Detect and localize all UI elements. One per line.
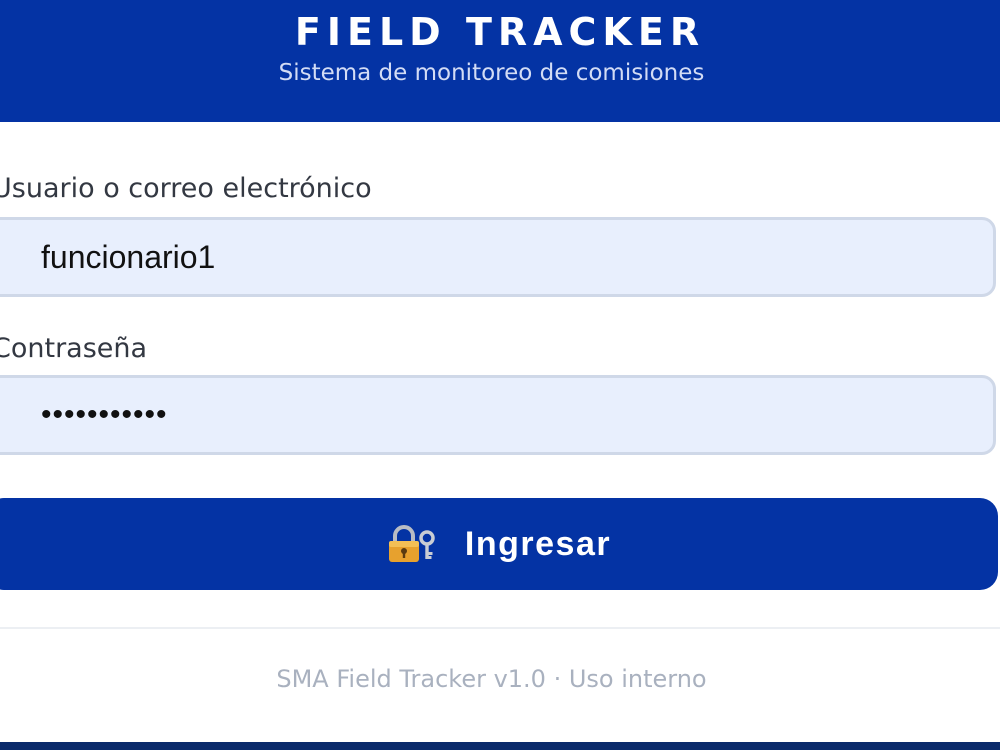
footer-divider xyxy=(0,627,1000,629)
login-screen: FIELD TRACKER Sistema de monitoreo de co… xyxy=(0,0,1000,750)
password-input[interactable]: ••••••••••• xyxy=(0,375,996,455)
password-label: Contraseña xyxy=(0,333,148,364)
login-button-label: Ingresar xyxy=(464,524,612,563)
bottom-edge-bar xyxy=(0,742,1000,750)
app-title: FIELD TRACKER xyxy=(294,10,706,54)
lock-with-key-icon xyxy=(388,525,435,562)
username-label: Usuario o correo electrónico xyxy=(0,173,372,204)
login-button[interactable]: Ingresar xyxy=(0,498,998,590)
app-subtitle: Sistema de monitoreo de comisiones xyxy=(278,60,705,86)
app-header: FIELD TRACKER Sistema de monitoreo de co… xyxy=(0,0,1000,122)
footer-text: SMA Field Tracker v1.0 · Uso interno xyxy=(276,665,707,693)
username-input[interactable]: funcionario1 xyxy=(0,217,996,297)
